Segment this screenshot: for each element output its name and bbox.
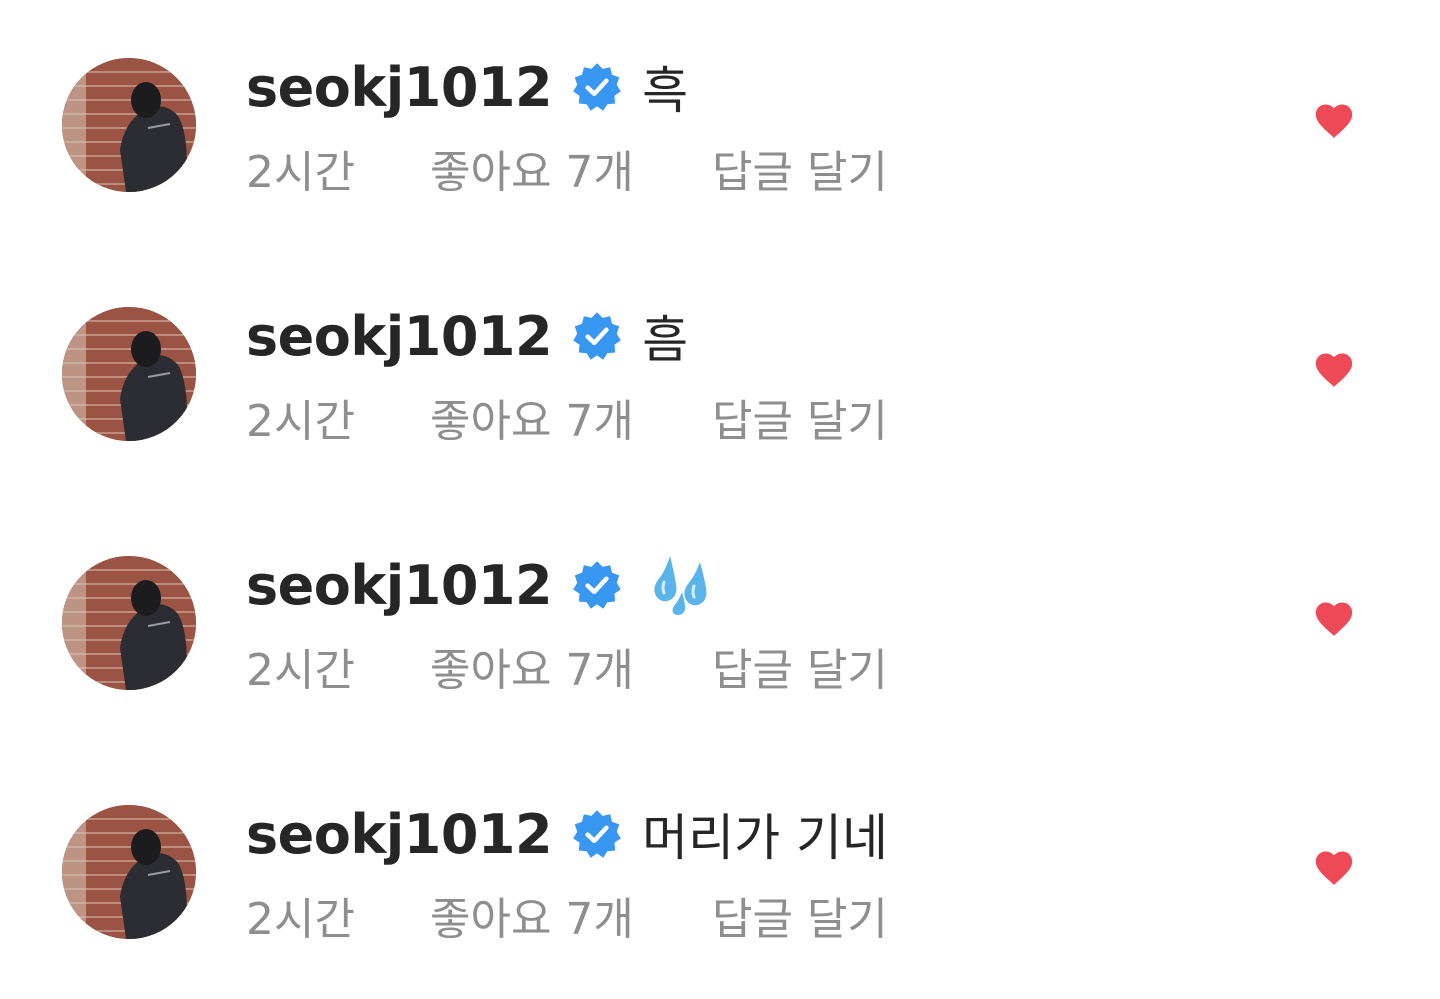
comment-time: 2시간 (246, 894, 355, 945)
avatar[interactable] (62, 58, 196, 192)
comment-text: 흑 (642, 62, 689, 120)
avatar-photo (62, 58, 196, 192)
likes-count-button[interactable]: 좋아요 7개 (430, 634, 634, 698)
heart-icon[interactable] (1312, 846, 1356, 886)
avatar[interactable] (62, 556, 196, 690)
sweat-droplets-icon (654, 556, 707, 615)
heart-icon[interactable] (1312, 597, 1356, 637)
verified-badge-icon (573, 312, 621, 360)
avatar[interactable] (62, 805, 196, 939)
comment-time: 2시간 (246, 645, 355, 696)
reply-button[interactable]: 답글 달기 (712, 883, 888, 947)
comment-item: seokj1012 흑 2시간 좋아요 7개 답글 달기 (0, 52, 1440, 252)
likes-count-button[interactable]: 좋아요 7개 (430, 136, 634, 200)
comment-item: seokj1012 머리가 기네 2시간 좋아요 7개 답글 달기 (0, 799, 1440, 999)
heart-icon[interactable] (1312, 348, 1356, 388)
comment-item: seokj1012 흠 2시간 좋아요 7개 답글 달기 (0, 301, 1440, 501)
username[interactable]: seokj1012 (246, 56, 553, 119)
comment-line: seokj1012 (246, 550, 728, 620)
comment-time: 2시간 (246, 396, 355, 447)
avatar-photo (62, 307, 196, 441)
avatar-photo (62, 805, 196, 939)
avatar[interactable] (62, 307, 196, 441)
username[interactable]: seokj1012 (246, 803, 553, 866)
verified-badge-icon (573, 810, 621, 858)
comment-line: seokj1012 머리가 기네 (246, 799, 888, 869)
heart-icon[interactable] (1312, 99, 1356, 139)
verified-badge-icon (573, 63, 621, 111)
comment-line: seokj1012 흠 (246, 301, 688, 371)
comment-text: 흠 (642, 311, 689, 369)
username[interactable]: seokj1012 (246, 554, 553, 617)
avatar-photo (62, 556, 196, 690)
reply-button[interactable]: 답글 달기 (712, 136, 888, 200)
username[interactable]: seokj1012 (246, 305, 553, 368)
comment-item: seokj1012 2시간 좋아요 7개 답글 달기 (0, 550, 1440, 750)
verified-badge-icon (573, 561, 621, 609)
likes-count-button[interactable]: 좋아요 7개 (430, 385, 634, 449)
reply-button[interactable]: 답글 달기 (712, 385, 888, 449)
reply-button[interactable]: 답글 달기 (712, 634, 888, 698)
comment-line: seokj1012 흑 (246, 52, 688, 122)
comment-text: 머리가 기네 (642, 809, 888, 867)
comment-list: seokj1012 흑 2시간 좋아요 7개 답글 달기 seokj1012 흠… (0, 0, 1440, 976)
likes-count-button[interactable]: 좋아요 7개 (430, 883, 634, 947)
comment-time: 2시간 (246, 147, 355, 198)
